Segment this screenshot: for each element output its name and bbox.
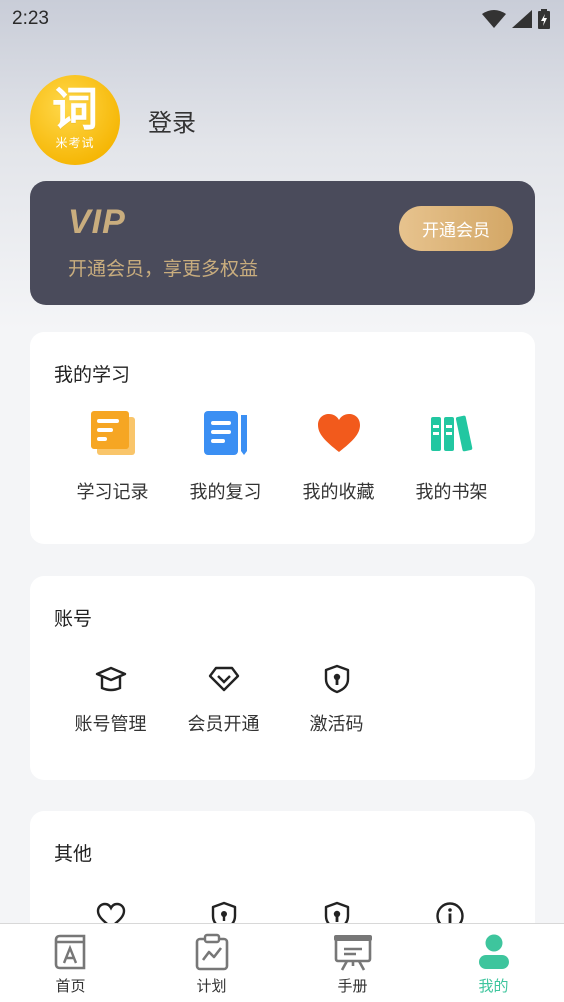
tab-mine-label: 我的 — [478, 977, 509, 995]
status-time: 2:23 — [12, 8, 49, 29]
graduation-cap-icon — [95, 662, 127, 696]
bottom-tab-bar: 首页 计划 手册 我的 — [0, 923, 564, 1002]
signal-icon — [512, 10, 532, 28]
tab-home[interactable]: 首页 — [0, 924, 141, 1002]
vip-description: 开通会员，享更多权益 — [68, 258, 259, 280]
my-study-grid: 学习记录 我的复习 我的收藏 我的书架 — [56, 408, 561, 504]
membership-open-item[interactable]: 会员开通 — [167, 662, 280, 736]
my-favorites-label: 我的收藏 — [302, 482, 375, 503]
activation-code-label: 激活码 — [309, 714, 364, 735]
tab-mine[interactable]: 我的 — [423, 924, 564, 1002]
account-card: 账号 账号管理 会员开通 激活码 — [30, 576, 535, 780]
tab-manual-label: 手册 — [337, 977, 368, 995]
shield-key-icon — [323, 662, 351, 696]
tab-plan[interactable]: 计划 — [141, 924, 282, 1002]
tab-home-label: 首页 — [55, 977, 86, 995]
heart-icon — [317, 408, 361, 458]
activation-code-item[interactable]: 激活码 — [280, 662, 393, 736]
my-review-item[interactable]: 我的复习 — [169, 408, 282, 504]
my-bookshelf-item[interactable]: 我的书架 — [395, 408, 508, 504]
tab-manual[interactable]: 手册 — [282, 924, 423, 1002]
my-study-title: 我的学习 — [54, 364, 131, 386]
vip-logo: VIP — [68, 203, 126, 241]
plan-chart-icon — [195, 933, 228, 971]
logo-main-char: 词 — [52, 81, 98, 136]
study-record-label: 学习记录 — [76, 482, 149, 503]
vip-card[interactable]: VIP 开通会员，享更多权益 开通会员 — [30, 181, 535, 305]
status-icons — [482, 9, 550, 29]
account-grid: 账号管理 会员开通 激活码 — [54, 662, 559, 736]
account-management-item[interactable]: 账号管理 — [54, 662, 167, 736]
status-bar: 2:23 — [0, 0, 564, 38]
study-record-icon — [89, 408, 137, 458]
my-study-card: 我的学习 学习记录 我的复习 我的收藏 我的书架 — [30, 332, 535, 544]
account-title: 账号 — [54, 608, 93, 630]
account-management-label: 账号管理 — [74, 714, 147, 735]
membership-open-label: 会员开通 — [187, 714, 260, 735]
other-title: 其他 — [54, 843, 93, 865]
review-icon — [202, 408, 250, 458]
wifi-icon — [482, 10, 506, 28]
diamond-icon — [208, 662, 240, 696]
study-record-item[interactable]: 学习记录 — [56, 408, 169, 504]
my-bookshelf-label: 我的书架 — [415, 482, 488, 503]
bookshelf-icon — [429, 408, 475, 458]
my-review-label: 我的复习 — [189, 482, 262, 503]
person-icon — [478, 934, 509, 969]
profile-header: 词 米考试 登录 — [30, 75, 196, 165]
app-logo[interactable]: 词 米考试 — [30, 75, 120, 165]
manual-board-icon — [333, 935, 372, 971]
logo-subtitle: 米考试 — [55, 135, 95, 150]
login-link[interactable]: 登录 — [148, 103, 196, 138]
open-membership-button[interactable]: 开通会员 — [399, 206, 513, 251]
battery-icon — [538, 9, 550, 29]
home-book-icon — [54, 934, 85, 970]
my-favorites-item[interactable]: 我的收藏 — [282, 408, 395, 504]
tab-plan-label: 计划 — [196, 977, 227, 995]
